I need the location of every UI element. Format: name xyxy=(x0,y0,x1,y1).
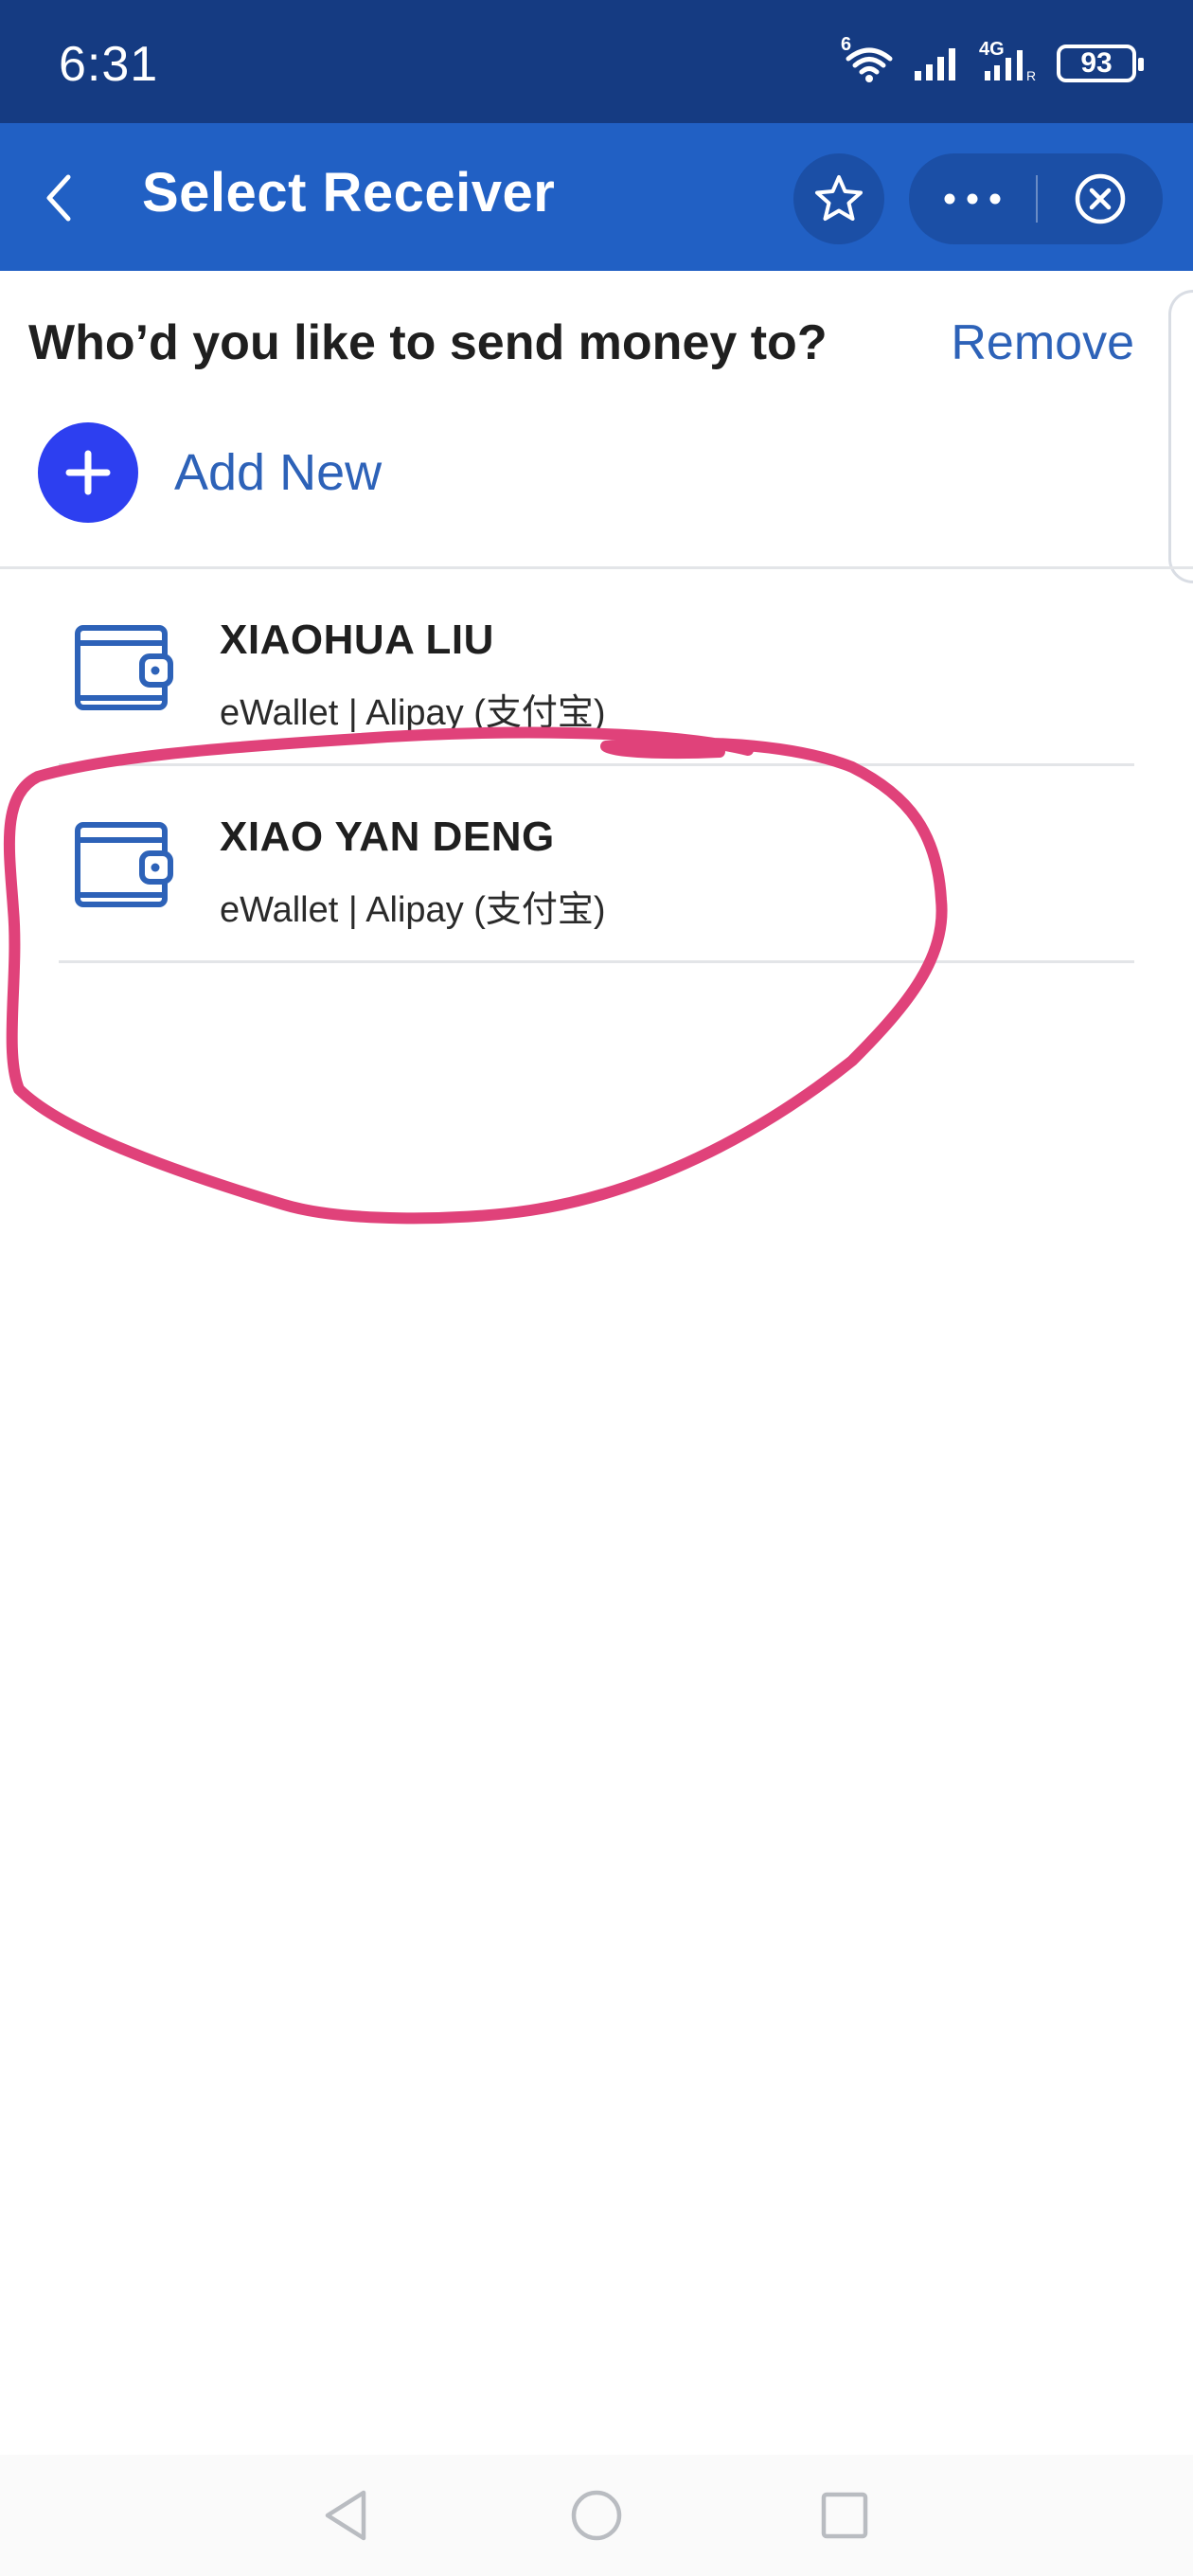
favorite-button[interactable] xyxy=(793,153,884,244)
wallet-icon xyxy=(75,822,173,907)
chevron-left-icon xyxy=(46,174,71,222)
square-recents-icon xyxy=(821,2492,868,2539)
status-bar: 6:31 6 4G R 93 xyxy=(0,0,1193,123)
status-time: 6:31 xyxy=(59,37,159,92)
wifi-icon: 6 xyxy=(841,34,896,83)
nav-recents-button[interactable] xyxy=(807,2478,882,2553)
wifi-label: 6 xyxy=(841,34,852,55)
receiver-detail: eWallet | Alipay (支付宝) xyxy=(220,693,606,733)
receiver-list: XIAOHUA LIU eWallet | Alipay (支付宝) XIAO … xyxy=(0,569,1193,963)
row-divider xyxy=(59,960,1134,963)
add-new-label: Add New xyxy=(174,444,383,501)
plus-icon xyxy=(65,450,111,495)
app-header: Select Receiver xyxy=(0,123,1193,271)
add-circle xyxy=(38,422,138,523)
nav-home-button[interactable] xyxy=(559,2478,634,2553)
signal-icon xyxy=(913,45,962,82)
receiver-name: XIAO YAN DENG xyxy=(220,814,555,860)
more-dots-icon xyxy=(944,193,1001,205)
more-button[interactable] xyxy=(909,153,1036,244)
signal-4g-icon: 4G R xyxy=(979,39,1040,82)
system-nav-bar xyxy=(0,2455,1193,2576)
svg-text:R: R xyxy=(1026,68,1036,82)
back-button[interactable] xyxy=(28,165,89,231)
battery-indicator: 93 xyxy=(1057,45,1144,82)
side-drawer-handle[interactable] xyxy=(1168,290,1193,583)
circle-home-icon xyxy=(571,2490,622,2541)
add-new-receiver-button[interactable]: Add New xyxy=(38,422,382,523)
page-title: Select Receiver xyxy=(142,162,556,224)
remove-button[interactable]: Remove xyxy=(951,314,1134,371)
network-label: 4G xyxy=(979,39,1005,60)
triangle-back-icon xyxy=(325,2490,366,2541)
close-circle-icon xyxy=(1075,173,1126,224)
receiver-detail: eWallet | Alipay (支付宝) xyxy=(220,890,606,930)
status-icons: 6 4G R 93 xyxy=(841,34,1144,83)
mini-app-capsule xyxy=(909,153,1163,244)
hand-drawn-circle-annotation xyxy=(3,726,948,1225)
receiver-row-xiaohua-liu[interactable]: XIAOHUA LIU eWallet | Alipay (支付宝) xyxy=(0,569,1193,766)
nav-back-button[interactable] xyxy=(309,2478,384,2553)
close-button[interactable] xyxy=(1038,153,1163,244)
send-money-prompt: Who’d you like to send money to? xyxy=(28,315,828,370)
star-icon xyxy=(815,175,863,221)
receiver-name: XIAOHUA LIU xyxy=(220,617,494,663)
receiver-row-xiao-yan-deng[interactable]: XIAO YAN DENG eWallet | Alipay (支付宝) xyxy=(0,766,1193,963)
wallet-icon xyxy=(75,625,173,710)
